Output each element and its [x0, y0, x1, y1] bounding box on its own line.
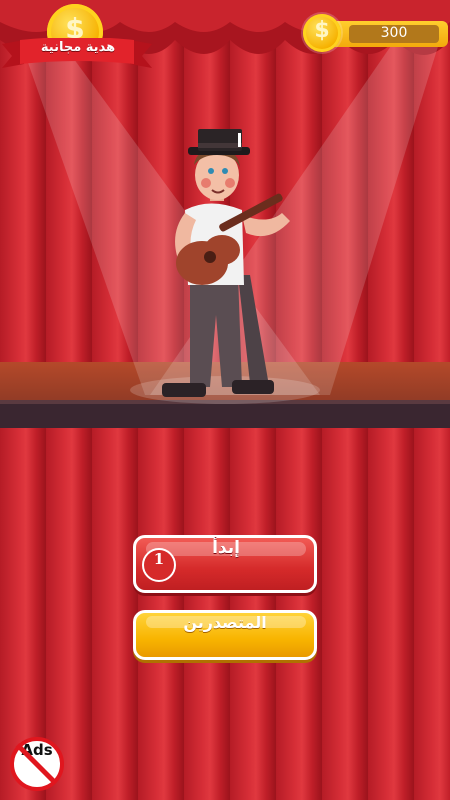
free-gift-button[interactable]: $ هدية مجانية: [2, 4, 152, 76]
start-button[interactable]: 1 إبدأ: [133, 535, 317, 593]
level-badge: 1: [142, 548, 176, 582]
coin-value-box: 300: [349, 25, 439, 43]
start-button-label: إبدأ: [212, 538, 240, 558]
remove-ads-button[interactable]: Ads: [10, 737, 64, 791]
coin-counter: 300 $: [303, 14, 448, 52]
guitarist-character: [162, 129, 290, 397]
gold-coin-icon: $: [303, 14, 341, 52]
coin-bar: 300: [323, 21, 448, 47]
leaderboard-button[interactable]: المتصدرين: [133, 610, 317, 660]
level-number: 1: [153, 550, 165, 568]
dollar-sign-icon: $: [314, 18, 330, 43]
free-gift-label: هدية مجانية: [40, 40, 116, 55]
leaderboard-button-label: المتصدرين: [183, 613, 267, 632]
coin-balance: 300: [380, 25, 408, 41]
